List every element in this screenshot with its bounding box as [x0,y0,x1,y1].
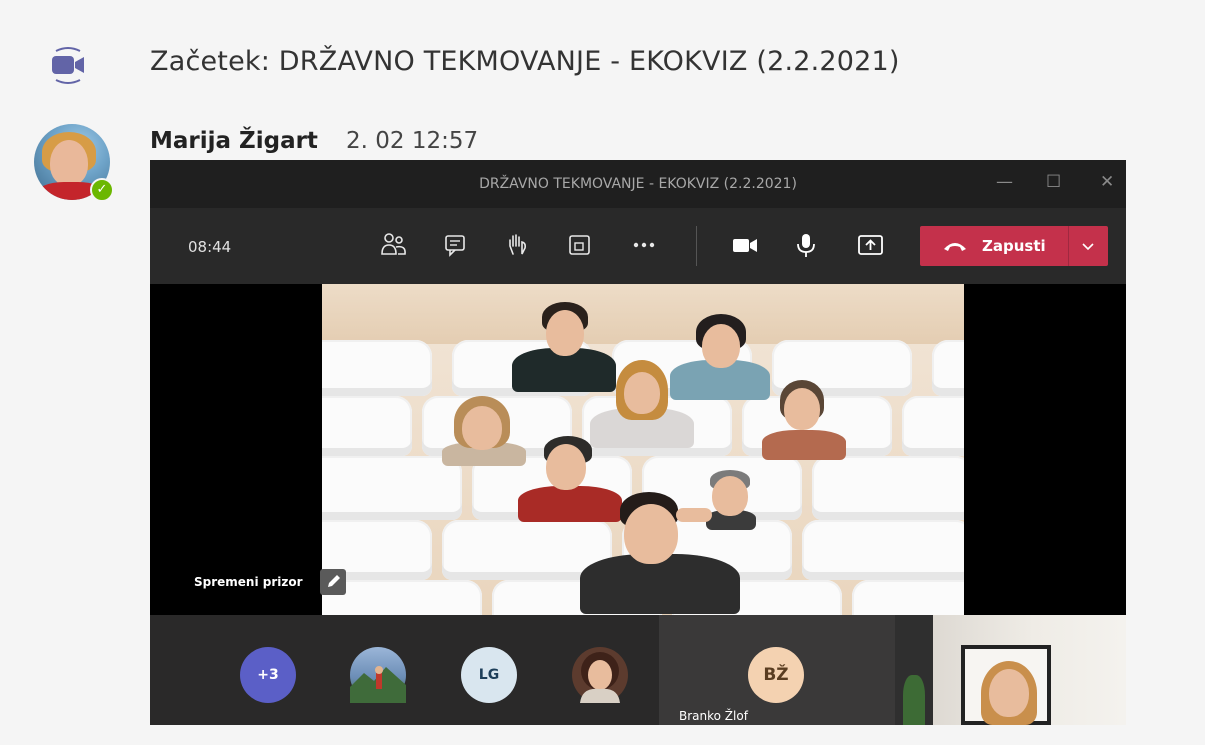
more-participants-chip[interactable]: +3 [240,647,296,703]
participant-initials-lg[interactable]: LG [461,647,517,703]
maximize-icon[interactable]: ☐ [1046,172,1061,192]
video-stage: Spremeni prizor [150,284,1126,615]
hang-up-icon [944,243,966,251]
toolbar-divider [696,226,697,266]
call-window-screenshot[interactable]: DRŽAVNO TEKMOVANJE - EKOKVIZ (2.2.2021) … [150,160,1126,725]
author-name[interactable]: Marija Žigart [150,128,318,154]
more-options-icon[interactable] [630,232,660,258]
message-timestamp: 2. 02 12:57 [346,128,479,154]
chat-icon[interactable] [442,232,472,258]
self-video-preview[interactable] [895,615,1126,725]
call-timer: 08:44 [188,238,232,256]
window-title: DRŽAVNO TEKMOVANJE - EKOKVIZ (2.2.2021) [479,176,797,192]
chevron-down-icon [1082,243,1094,251]
participant-initials-bz: BŽ [748,647,804,703]
leave-call-button[interactable]: Zapusti [920,226,1108,266]
leave-label: Zapusti [982,237,1046,255]
pencil-icon [320,569,346,595]
camera-icon[interactable] [730,232,760,258]
avatar[interactable]: ✓ [34,124,114,202]
window-titlebar: DRŽAVNO TEKMOVANJE - EKOKVIZ (2.2.2021) … [150,160,1126,208]
close-icon[interactable]: ✕ [1100,172,1114,192]
featured-participant-tile[interactable]: BŽ Branko Žlof [659,615,895,725]
participant-name: Branko Žlof [679,709,748,723]
share-screen-icon[interactable] [856,232,886,258]
minimize-icon[interactable]: — [996,172,1013,192]
breakout-rooms-icon[interactable] [566,232,596,258]
participants-icon[interactable] [380,232,410,258]
leave-options-dropdown[interactable] [1069,226,1108,266]
raise-hand-icon[interactable] [504,232,534,258]
change-scene-label: Spremeni prizor [194,575,303,589]
microphone-icon[interactable] [792,232,822,258]
participants-strip: +3 LG BŽ Branko Žlof [150,615,1126,725]
together-mode-scene [322,284,964,615]
meeting-title[interactable]: Začetek: DRŽAVNO TEKMOVANJE - EKOKVIZ (2… [150,46,900,77]
leave-button[interactable]: Zapusti [920,226,1068,266]
call-toolbar: 08:44 Zapusti [150,208,1126,284]
presence-available-icon: ✓ [90,178,114,202]
participant-avatar[interactable] [350,647,406,703]
video-camera-icon [48,46,90,86]
participant-avatar[interactable] [572,647,628,703]
